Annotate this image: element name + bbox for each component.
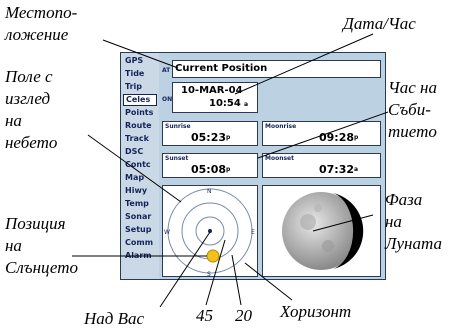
callout-location: Местопо- ложение [5, 3, 78, 44]
compass-n: N [207, 188, 212, 195]
callout-horizon: Хоризонт [280, 302, 352, 321]
callout-sun-position: Позиция на Слънцето [5, 214, 79, 277]
callout-overhead: Над Вас [84, 309, 145, 328]
compass-s: S [207, 271, 211, 278]
callout-sky-view: Поле с изглед на небето [5, 67, 58, 152]
callout-moon-phase: Фаза на Луната [385, 190, 442, 253]
compass-e: E [251, 229, 255, 236]
callout-ring-45: 45 [196, 306, 213, 325]
callout-event-time: Час на Съби- тието [388, 78, 437, 141]
callout-date-time: Дата/Час [343, 14, 416, 33]
compass-w: W [164, 229, 170, 236]
sun-icon [206, 249, 220, 263]
graphics-overlay: N S W E [72, 33, 389, 308]
moon-icon [282, 192, 364, 270]
callout-ring-20: 20 [235, 306, 252, 325]
